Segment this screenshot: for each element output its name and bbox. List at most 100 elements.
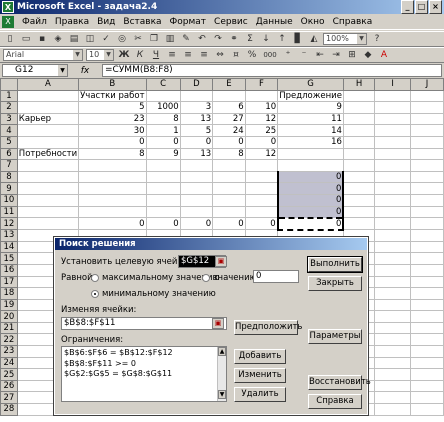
constraint-item[interactable]: $B$6:$F$6 = $B$12:$F$12 <box>64 348 224 359</box>
cell[interactable] <box>342 193 376 207</box>
cell[interactable] <box>145 193 181 207</box>
borders-icon[interactable]: ⊞ <box>345 49 359 61</box>
row-header[interactable]: 21 <box>0 321 18 335</box>
cell[interactable] <box>212 170 246 184</box>
column-header[interactable]: I <box>374 78 411 91</box>
cell[interactable] <box>374 147 411 161</box>
cell[interactable] <box>16 101 80 114</box>
cell[interactable] <box>78 205 147 219</box>
currency-icon[interactable]: ¤ <box>229 49 243 61</box>
open-icon[interactable]: ▭ <box>19 33 33 45</box>
cell[interactable]: Карьер <box>16 112 80 126</box>
row-header[interactable]: 15 <box>0 252 18 265</box>
row-header[interactable]: 22 <box>0 333 18 347</box>
collapse-dialog-icon[interactable]: ▣ <box>215 256 227 267</box>
row-header[interactable]: 3 <box>0 112 18 126</box>
cell[interactable] <box>374 240 411 254</box>
row-header[interactable]: 16 <box>0 263 18 277</box>
row-header[interactable]: 9 <box>0 182 18 195</box>
menu-edit[interactable]: Правка <box>51 17 93 27</box>
solve-button[interactable]: Выполнить <box>307 256 363 273</box>
cell[interactable] <box>410 356 444 370</box>
cell[interactable] <box>374 321 411 335</box>
cell[interactable] <box>179 170 214 184</box>
cell[interactable]: 0 <box>276 205 345 219</box>
cell[interactable] <box>16 159 80 172</box>
cell[interactable] <box>410 112 444 126</box>
thousands-button[interactable]: 000 <box>261 49 279 61</box>
radio-max[interactable] <box>91 274 99 282</box>
sort-asc-icon[interactable]: ↓ <box>259 33 273 45</box>
cell[interactable]: 30 <box>78 124 147 137</box>
cell[interactable] <box>374 159 411 172</box>
value-of-input[interactable]: 0 <box>253 270 299 283</box>
row-header[interactable]: 2 <box>0 101 18 114</box>
cell[interactable]: 23 <box>78 112 147 126</box>
cell[interactable] <box>179 193 214 207</box>
cell[interactable] <box>342 217 376 231</box>
cell[interactable]: 8 <box>145 112 181 126</box>
cell[interactable] <box>342 112 376 126</box>
cell[interactable]: 0 <box>276 182 345 195</box>
cell[interactable] <box>145 205 181 219</box>
cell[interactable] <box>410 147 444 161</box>
cell[interactable] <box>342 170 376 184</box>
cell[interactable] <box>212 182 246 195</box>
maximize-button[interactable]: □ <box>415 0 428 14</box>
cell[interactable] <box>410 193 444 207</box>
cell[interactable] <box>16 205 80 219</box>
cell[interactable]: 25 <box>244 124 279 137</box>
cell[interactable]: 16 <box>277 135 344 149</box>
row-header[interactable]: 18 <box>0 287 18 300</box>
scroll-up-icon[interactable]: ▲ <box>218 347 226 356</box>
help-icon[interactable]: ? <box>370 33 384 45</box>
row-header[interactable]: 26 <box>0 379 18 393</box>
research-icon[interactable]: ◎ <box>115 33 129 45</box>
cell[interactable] <box>342 101 376 114</box>
collapse-dialog-icon[interactable]: ▣ <box>212 318 224 329</box>
add-constraint-button[interactable]: Добавить <box>234 349 286 364</box>
cell[interactable] <box>212 193 246 207</box>
cell[interactable] <box>410 263 444 277</box>
cell[interactable]: Участки работ <box>78 89 147 103</box>
cell[interactable] <box>410 135 444 149</box>
font-color-icon[interactable]: A <box>377 49 391 61</box>
row-header[interactable]: 5 <box>0 135 18 149</box>
column-header[interactable]: H <box>342 78 376 91</box>
cell[interactable] <box>78 159 147 172</box>
cell[interactable] <box>374 368 411 381</box>
row-header[interactable]: 20 <box>0 310 18 323</box>
cell[interactable] <box>212 89 246 103</box>
menu-insert[interactable]: Вставка <box>119 17 165 27</box>
cell[interactable]: 0 <box>276 170 345 184</box>
cell[interactable]: 8 <box>212 147 246 161</box>
cell[interactable]: 12 <box>244 112 279 126</box>
row-header[interactable]: 28 <box>0 403 18 416</box>
cell[interactable]: 0 <box>179 217 214 231</box>
chart-wizard-icon[interactable]: ▊ <box>291 33 305 45</box>
cell[interactable]: 9 <box>277 101 344 114</box>
constraints-list[interactable]: $B$6:$F$6 = $B$12:$F$12 $B$8:$F$11 >= 0 … <box>61 346 227 402</box>
minimize-button[interactable]: _ <box>401 0 414 14</box>
paste-icon[interactable]: ▥ <box>163 33 177 45</box>
row-header[interactable]: 23 <box>0 345 18 358</box>
copy-icon[interactable]: ❐ <box>147 33 161 45</box>
cell[interactable]: 13 <box>179 112 214 126</box>
autosum-icon[interactable]: Σ <box>243 33 257 45</box>
guess-button[interactable]: Предположить <box>234 320 302 335</box>
row-header[interactable]: 14 <box>0 240 18 254</box>
row-header[interactable]: 17 <box>0 275 18 289</box>
menu-format[interactable]: Формат <box>166 17 211 27</box>
save-icon[interactable]: ▪ <box>35 33 49 45</box>
cell[interactable]: 0 <box>78 135 147 149</box>
cell[interactable] <box>78 170 147 184</box>
cell[interactable] <box>212 205 246 219</box>
cell[interactable] <box>410 101 444 114</box>
cell[interactable] <box>410 252 444 265</box>
column-header[interactable]: C <box>145 78 181 91</box>
changing-cells-input[interactable]: $B$8:$F$11 <box>61 317 227 330</box>
cell[interactable]: 0 <box>244 135 279 149</box>
spelling-icon[interactable]: ✓ <box>99 33 113 45</box>
merge-center-icon[interactable]: ⇔ <box>213 49 227 61</box>
cell[interactable] <box>410 368 444 381</box>
